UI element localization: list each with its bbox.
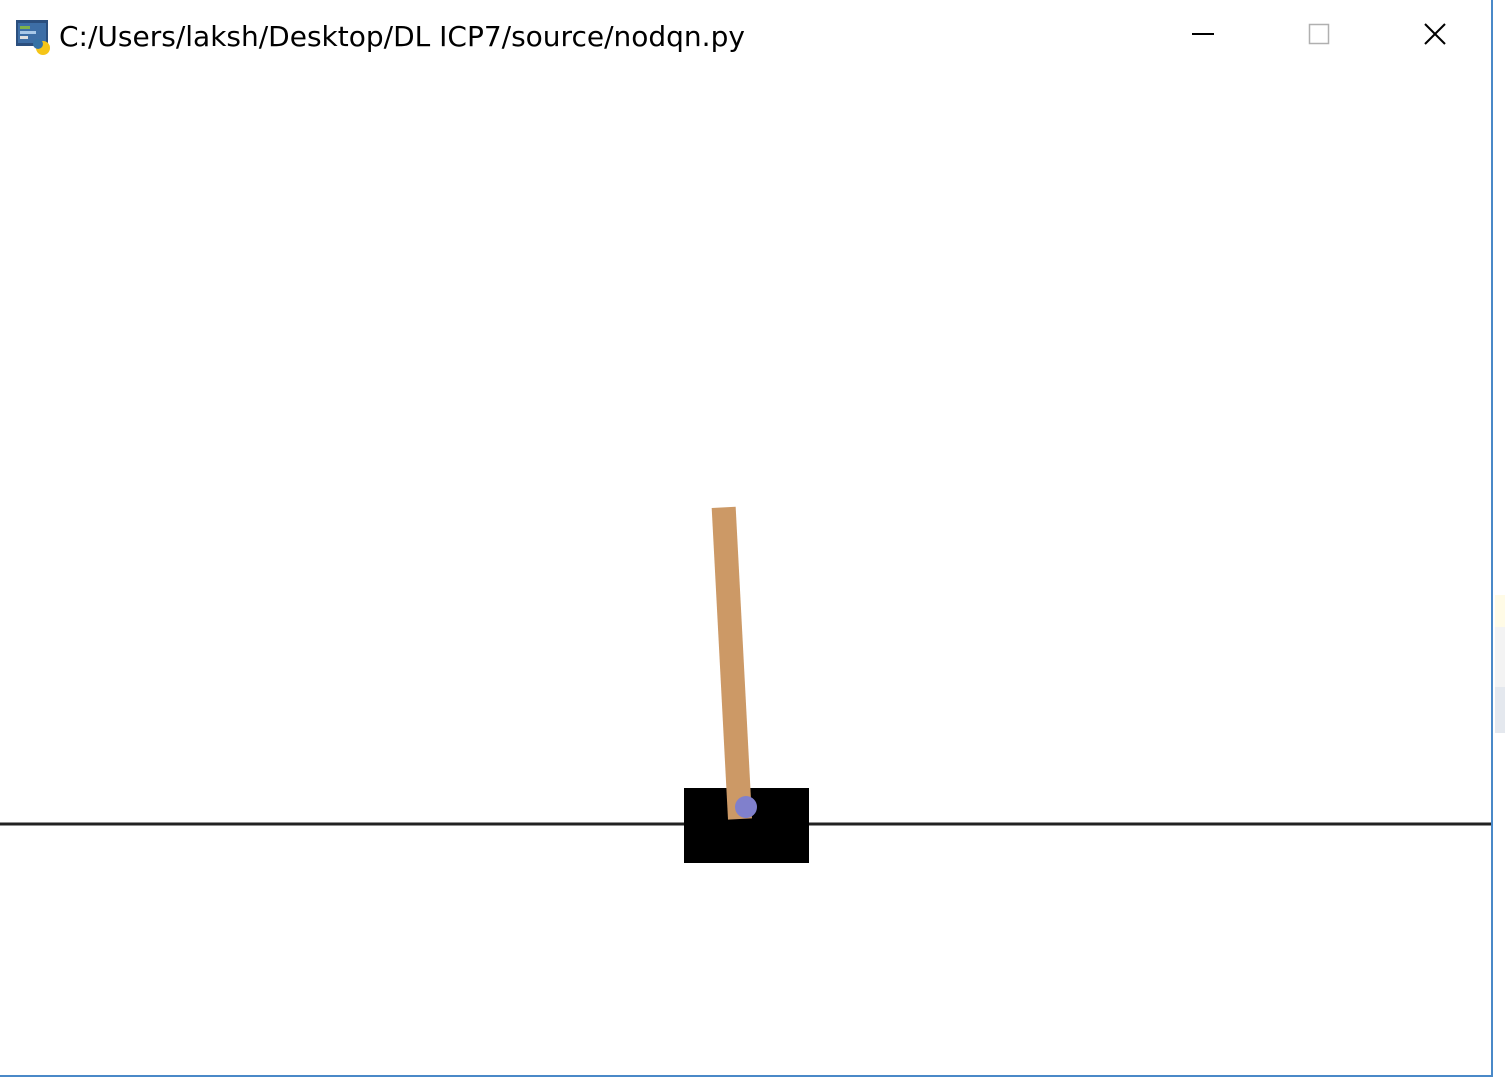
pole-axle bbox=[735, 796, 757, 818]
minimize-button[interactable] bbox=[1145, 0, 1261, 72]
render-canvas bbox=[0, 76, 1491, 1075]
app-window: C:/Users/laksh/Desktop/DL ICP7/source/no… bbox=[0, 0, 1493, 1077]
window-title: C:/Users/laksh/Desktop/DL ICP7/source/no… bbox=[59, 20, 745, 53]
cartpole-scene bbox=[0, 506, 1491, 863]
maximize-icon bbox=[1308, 23, 1330, 49]
edge-band-yellow bbox=[1495, 595, 1505, 627]
edge-band-blue-gray bbox=[1495, 687, 1505, 733]
edge-band-gray bbox=[1495, 627, 1505, 687]
maximize-button[interactable] bbox=[1261, 0, 1377, 72]
minimize-icon bbox=[1191, 22, 1215, 50]
close-icon bbox=[1423, 22, 1447, 50]
background-window-edge bbox=[1495, 0, 1505, 1081]
python-app-icon[interactable] bbox=[16, 20, 52, 56]
title-bar[interactable]: C:/Users/laksh/Desktop/DL ICP7/source/no… bbox=[0, 0, 1491, 76]
pole bbox=[711, 506, 752, 820]
close-button[interactable] bbox=[1377, 0, 1493, 72]
